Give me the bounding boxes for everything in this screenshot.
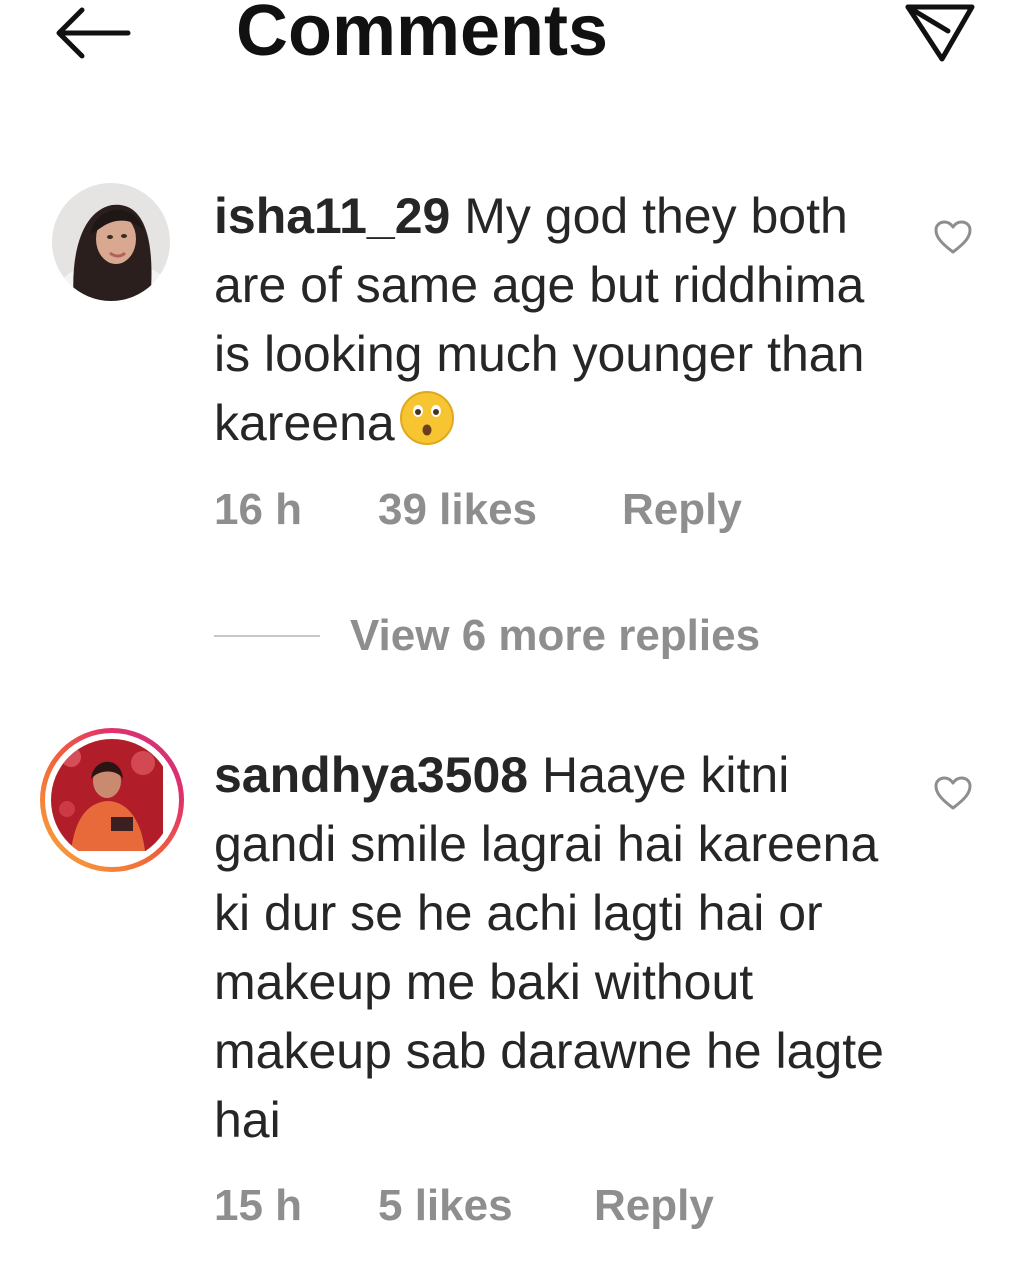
heart-outline-icon [934,776,972,810]
back-button[interactable] [50,2,134,62]
comment-timestamp: 16 h [214,485,303,534]
reply-button[interactable]: Reply [622,484,742,536]
profile-photo [51,739,163,851]
like-button[interactable] [928,214,978,260]
avatar[interactable] [52,183,170,301]
divider [214,635,320,637]
view-more-replies-label: View 6 more replies [350,611,761,660]
comment-like-count[interactable]: 5 likes [378,1180,594,1232]
comment-username[interactable]: sandhya3508 [214,747,528,803]
like-button[interactable] [928,770,978,816]
arrow-left-icon [56,7,131,59]
comment-meta: 15 h 5 likes Reply [214,1180,714,1232]
comment-body: sandhya3508 Haaye kitni gandi smile lagr… [214,741,894,1155]
avatar-story-ring[interactable] [40,728,184,872]
reply-button[interactable]: Reply [594,1180,714,1232]
comment-meta: 16 h 39 likes Reply [214,484,742,536]
profile-photo [52,183,170,301]
hushed-face-emoji [399,390,455,464]
avatar [51,739,173,861]
comment-username[interactable]: isha11_29 [214,188,450,244]
heart-outline-icon [934,220,972,254]
paper-plane-icon [905,4,975,62]
header-bar: Comments [0,0,1031,80]
comment-text: Haaye kitni gandi smile lagrai hai karee… [214,747,884,1148]
page-title: Comments [236,0,609,71]
share-button[interactable] [900,0,980,66]
view-more-replies-button[interactable]: View 6 more replies [214,606,760,666]
comment-like-count[interactable]: 39 likes [378,484,622,536]
avatar-ring-gap [45,733,179,867]
comment-body: isha11_29 My god they both are of same a… [214,182,894,464]
comment-timestamp: 15 h [214,1181,303,1230]
